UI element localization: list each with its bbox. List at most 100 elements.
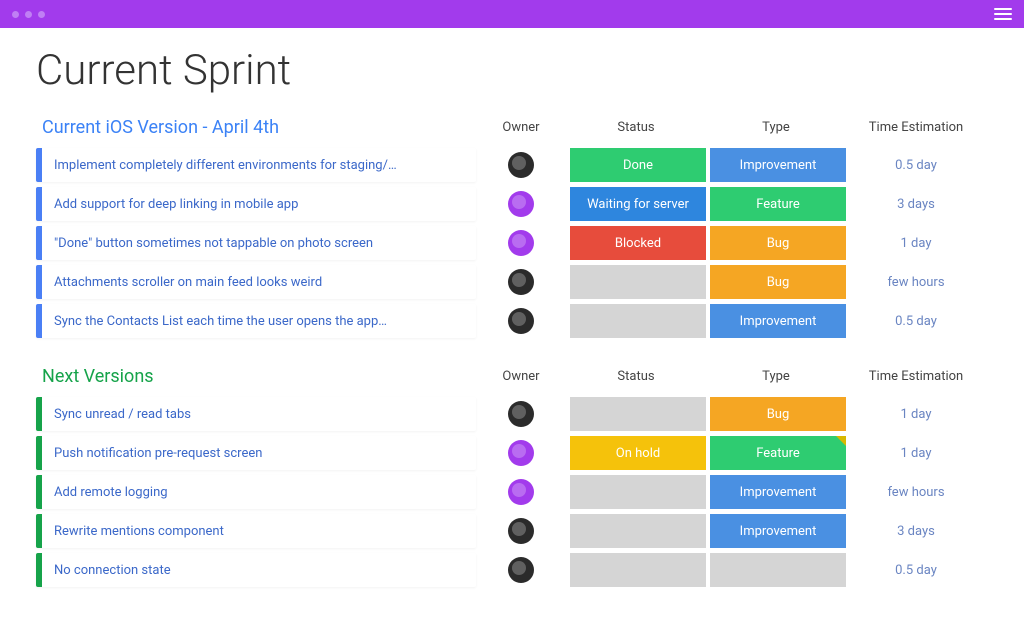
group-stripe	[36, 304, 42, 338]
status-cell[interactable]: Waiting for server	[570, 187, 706, 221]
avatar-icon[interactable]	[508, 191, 534, 217]
task-text: Sync the Contacts List each time the use…	[54, 314, 387, 329]
table-row[interactable]: Add remote logging Improvementfew hours	[36, 475, 988, 509]
status-cell[interactable]: On hold	[570, 436, 706, 470]
table-row[interactable]: Sync unread / read tabs Bug1 day	[36, 397, 988, 431]
rows: Sync unread / read tabsBug1 dayPush noti…	[36, 397, 988, 587]
column-header-owner[interactable]: Owner	[476, 120, 566, 135]
time-cell[interactable]: 0.5 day	[846, 304, 986, 338]
owner-cell[interactable]	[476, 265, 566, 299]
menu-icon[interactable]	[994, 8, 1012, 20]
column-header-type[interactable]: Type	[706, 120, 846, 135]
avatar-icon[interactable]	[508, 557, 534, 583]
group-stripe	[36, 265, 42, 299]
task-cell[interactable]: Add remote logging	[36, 475, 476, 509]
owner-cell[interactable]	[476, 304, 566, 338]
owner-cell[interactable]	[476, 148, 566, 182]
column-header-type[interactable]: Type	[706, 369, 846, 384]
group: Current iOS Version - April 4thOwnerStat…	[36, 111, 988, 338]
owner-cell[interactable]	[476, 436, 566, 470]
time-cell[interactable]: 1 day	[846, 436, 986, 470]
table-row[interactable]: "Done" button sometimes not tappable on …	[36, 226, 988, 260]
dot-max-icon[interactable]	[38, 11, 45, 18]
type-cell[interactable]	[710, 553, 846, 587]
status-cell[interactable]	[570, 514, 706, 548]
time-cell[interactable]: few hours	[846, 265, 986, 299]
type-cell[interactable]: Improvement	[710, 514, 846, 548]
owner-cell[interactable]	[476, 187, 566, 221]
status-cell[interactable]	[570, 304, 706, 338]
task-text: Push notification pre-request screen	[54, 446, 262, 461]
avatar-icon[interactable]	[508, 152, 534, 178]
task-cell[interactable]: "Done" button sometimes not tappable on …	[36, 226, 476, 260]
column-header-status[interactable]: Status	[566, 120, 706, 135]
type-cell[interactable]: Bug	[710, 265, 846, 299]
owner-cell[interactable]	[476, 514, 566, 548]
table-row[interactable]: Implement completely different environme…	[36, 148, 988, 182]
time-cell[interactable]: 3 days	[846, 187, 986, 221]
table-row[interactable]: Rewrite mentions component Improvement3 d…	[36, 514, 988, 548]
task-cell[interactable]: Attachments scroller on main feed looks …	[36, 265, 476, 299]
time-cell[interactable]: 0.5 day	[846, 148, 986, 182]
owner-cell[interactable]	[476, 553, 566, 587]
avatar-icon[interactable]	[508, 479, 534, 505]
status-cell[interactable]: Done	[570, 148, 706, 182]
column-header-time[interactable]: Time Estimation	[846, 369, 986, 384]
task-cell[interactable]: Implement completely different environme…	[36, 148, 476, 182]
task-cell[interactable]: Sync unread / read tabs	[36, 397, 476, 431]
column-header-owner[interactable]: Owner	[476, 369, 566, 384]
table-row[interactable]: Push notification pre-request screen On h…	[36, 436, 988, 470]
avatar-icon[interactable]	[508, 440, 534, 466]
task-text: Rewrite mentions component	[54, 524, 224, 539]
time-cell[interactable]: 1 day	[846, 397, 986, 431]
type-cell[interactable]: Improvement	[710, 475, 846, 509]
column-header-status[interactable]: Status	[566, 369, 706, 384]
owner-cell[interactable]	[476, 475, 566, 509]
type-cell[interactable]: Bug	[710, 226, 846, 260]
task-cell[interactable]: Add support for deep linking in mobile a…	[36, 187, 476, 221]
avatar-icon[interactable]	[508, 518, 534, 544]
table-row[interactable]: Sync the Contacts List each time the use…	[36, 304, 988, 338]
group-title[interactable]: Next Versions	[36, 366, 476, 387]
avatar-icon[interactable]	[508, 401, 534, 427]
task-cell[interactable]: Push notification pre-request screen	[36, 436, 476, 470]
dot-min-icon[interactable]	[25, 11, 32, 18]
status-cell[interactable]	[570, 265, 706, 299]
type-cell[interactable]: Feature	[710, 187, 846, 221]
owner-cell[interactable]	[476, 226, 566, 260]
status-cell[interactable]: Blocked	[570, 226, 706, 260]
task-text: Attachments scroller on main feed looks …	[54, 275, 322, 290]
table-row[interactable]: No connection state 0.5 day	[36, 553, 988, 587]
rows: Implement completely different environme…	[36, 148, 988, 338]
type-cell[interactable]: Improvement	[710, 304, 846, 338]
column-header-time[interactable]: Time Estimation	[846, 120, 986, 135]
status-cell[interactable]	[570, 553, 706, 587]
owner-cell[interactable]	[476, 397, 566, 431]
group-stripe	[36, 553, 42, 587]
group-stripe	[36, 148, 42, 182]
avatar-icon[interactable]	[508, 308, 534, 334]
task-text: Add remote logging	[54, 485, 168, 500]
task-cell[interactable]: No connection state	[36, 553, 476, 587]
type-cell[interactable]: Feature	[710, 436, 846, 470]
status-cell[interactable]	[570, 397, 706, 431]
table-row[interactable]: Add support for deep linking in mobile a…	[36, 187, 988, 221]
task-text: "Done" button sometimes not tappable on …	[54, 236, 373, 251]
type-cell[interactable]: Improvement	[710, 148, 846, 182]
time-cell[interactable]: 0.5 day	[846, 553, 986, 587]
time-cell[interactable]: 1 day	[846, 226, 986, 260]
table-row[interactable]: Attachments scroller on main feed looks …	[36, 265, 988, 299]
time-cell[interactable]: 3 days	[846, 514, 986, 548]
traffic-lights	[12, 11, 45, 18]
status-cell[interactable]	[570, 475, 706, 509]
type-cell[interactable]: Bug	[710, 397, 846, 431]
task-cell[interactable]: Rewrite mentions component	[36, 514, 476, 548]
dot-close-icon[interactable]	[12, 11, 19, 18]
group-title[interactable]: Current iOS Version - April 4th	[36, 117, 476, 138]
task-cell[interactable]: Sync the Contacts List each time the use…	[36, 304, 476, 338]
group-header: Current iOS Version - April 4thOwnerStat…	[36, 111, 988, 148]
task-text: Implement completely different environme…	[54, 158, 397, 173]
avatar-icon[interactable]	[508, 269, 534, 295]
avatar-icon[interactable]	[508, 230, 534, 256]
time-cell[interactable]: few hours	[846, 475, 986, 509]
